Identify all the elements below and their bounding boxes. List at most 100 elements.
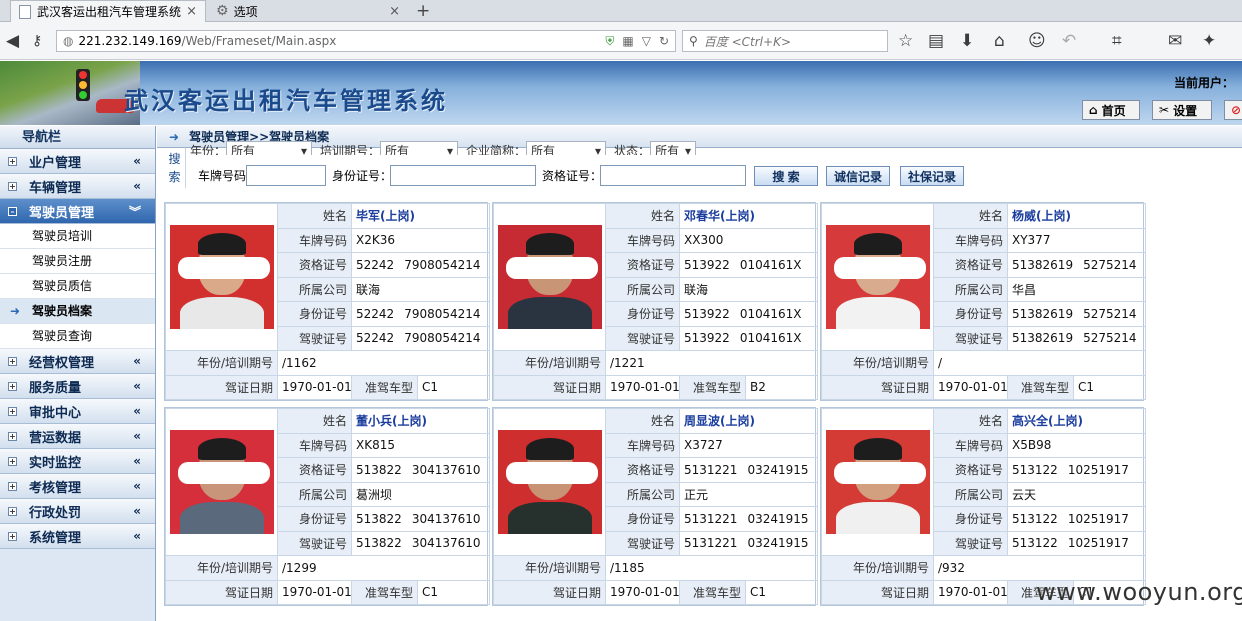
field-value: /1221 (604, 350, 819, 376)
message-icon[interactable]: ✉ (1168, 31, 1182, 51)
app-header: 武汉客运出租汽车管理系统 当前用户： ⌂ 首页 ✂ 设置 ⊘ (0, 61, 1242, 125)
field-value: 51382619 5275214 (1006, 325, 1147, 351)
tab-title: 选项 (233, 4, 258, 19)
reload-icon[interactable]: ↻ (659, 34, 669, 49)
filter-company[interactable]: 企业简称： 所有 ▾ (466, 141, 607, 155)
nav-group[interactable]: + 系统管理 « (0, 524, 155, 549)
dropdown-icon[interactable]: ▽ (642, 34, 651, 49)
qrcode-icon[interactable]: ▦ (622, 34, 633, 49)
field-label: 年份/培训期号 (165, 350, 278, 376)
exit-button[interactable]: ⊘ (1224, 100, 1242, 120)
current-user-label: 当前用户： (1174, 76, 1235, 90)
field-label: 准驾车型 (679, 579, 746, 605)
home-icon[interactable]: ⌂ (994, 31, 1005, 51)
chevron-left-icon: « (133, 479, 141, 493)
filter-year[interactable]: 年份： 所有 ▾ (190, 141, 313, 155)
chevron-left-icon: « (133, 429, 141, 443)
undo-icon[interactable]: ↶ (1062, 31, 1076, 51)
nav-group[interactable]: + 经营权管理 « (0, 349, 155, 374)
filter-status[interactable]: 状态： 所有 ▾ (614, 141, 697, 155)
field-label: 身份证号 (933, 506, 1008, 532)
close-tab-icon[interactable]: × (389, 4, 400, 19)
browser-tab-bar: 武汉客运出租汽车管理系统 × ⚙ 选项 × + (0, 0, 1242, 22)
new-tab-button[interactable]: + (416, 1, 430, 21)
filter-period[interactable]: 培训期号： 所有 ▾ (320, 141, 459, 155)
driver-name[interactable]: 杨威(上岗) (1006, 203, 1147, 229)
field-label: 年份/培训期号 (493, 350, 606, 376)
id-label: 身份证号： (332, 169, 393, 183)
url-path: /Web/Frameset/Main.aspx (181, 34, 337, 48)
browser-tab-options[interactable]: ⚙ 选项 × (208, 0, 408, 22)
nav-group[interactable]: + 实时监控 « (0, 449, 155, 474)
search-panel-label: 搜 索 (164, 148, 186, 188)
nav-group[interactable]: + 审批中心 « (0, 399, 155, 424)
chevron-left-icon: « (133, 379, 141, 393)
driver-name[interactable]: 周显波(上岗) (678, 408, 819, 434)
field-value: 513922 0104161X (678, 252, 819, 278)
driver-card[interactable]: 姓名 周显波(上岗) 车牌号码 X3727 资格证号 5131221 03241915 所属公… (492, 407, 819, 606)
driver-table: 姓名 毕军(上岗) 车牌号码 X2K36 资格证号 52242 7908054214 所属公司… (165, 203, 491, 400)
extension-icon[interactable]: ✦ (1202, 31, 1216, 51)
cert-input[interactable] (600, 165, 746, 186)
nav-subitem[interactable]: 驾驶员培训 (0, 224, 155, 249)
nav-subitem[interactable]: ➜ 驾驶员档案 (0, 299, 155, 324)
expand-icon: + (8, 506, 17, 516)
app-title: 武汉客运出租汽车管理系统 (124, 86, 448, 115)
home-button-label: 首页 (1101, 103, 1126, 118)
id-input[interactable] (390, 165, 536, 186)
plate-input[interactable] (246, 165, 326, 186)
reading-list-icon[interactable]: ▤ (928, 31, 944, 51)
field-value: 5131221 03241915 (678, 530, 819, 556)
nav-group[interactable]: + 服务质量 « (0, 374, 155, 399)
driver-name[interactable]: 邓春华(上岗) (678, 203, 819, 229)
driver-card[interactable]: 姓名 毕军(上岗) 车牌号码 X2K36 资格证号 52242 7908054214 所属公司… (164, 202, 491, 401)
settings-button[interactable]: ✂ 设置 (1152, 100, 1212, 120)
driver-name[interactable]: 董小兵(上岗) (350, 408, 491, 434)
key-icon[interactable]: ⚷ (32, 31, 42, 51)
nav-group[interactable]: + 营运数据 « (0, 424, 155, 449)
crop-icon[interactable]: ⌗ (1112, 31, 1122, 51)
nav-group[interactable]: + 行政处罚 « (0, 499, 155, 524)
driver-card[interactable]: 姓名 董小兵(上岗) 车牌号码 XK815 资格证号 513822 304137610 所属公… (164, 407, 491, 606)
insurance-record-button[interactable]: 社保记录 (900, 166, 964, 186)
nav-group[interactable]: + 业户管理 « (0, 149, 155, 174)
download-icon[interactable]: ⬇ (960, 31, 974, 51)
browser-tab-main[interactable]: 武汉客运出租汽车管理系统 × (10, 0, 206, 22)
back-icon[interactable]: ◀ (6, 31, 19, 51)
driver-card[interactable]: 姓名 高兴全(上岗) 车牌号码 X5B98 资格证号 513122 10251917 所属公司… (820, 407, 1147, 606)
nav-subitem[interactable]: 驾驶员查询 (0, 324, 155, 349)
chevron-left-icon: « (133, 454, 141, 468)
bookmark-star-icon[interactable]: ☆ (898, 31, 913, 51)
close-tab-icon[interactable]: × (186, 4, 197, 19)
field-label: 准驾车型 (351, 579, 418, 605)
field-label: 车牌号码 (933, 432, 1008, 458)
field-label: 姓名 (277, 408, 352, 434)
driver-name[interactable]: 高兴全(上岗) (1006, 408, 1147, 434)
globe-icon: ◍ (63, 34, 74, 48)
nav-subitem[interactable]: 驾驶员注册 (0, 249, 155, 274)
driver-photo (821, 203, 934, 351)
driver-table: 姓名 杨威(上岗) 车牌号码 XY377 资格证号 51382619 5275214 所属公司… (821, 203, 1147, 400)
driver-photo (493, 408, 606, 556)
nav-group-label: 经营权管理 (29, 355, 95, 371)
driver-card[interactable]: 姓名 杨威(上岗) 车牌号码 XY377 资格证号 51382619 5275214 所属公司… (820, 202, 1147, 401)
driver-name[interactable]: 毕军(上岗) (350, 203, 491, 229)
field-value: B2 (744, 374, 819, 400)
chevron-left-icon: « (133, 404, 141, 418)
nav-group[interactable]: – 驾驶员管理 ︾ (0, 199, 155, 224)
search-button[interactable]: 搜 索 (754, 166, 818, 186)
nav-subitem[interactable]: 驾驶员质信 (0, 274, 155, 299)
home-button[interactable]: ⌂ 首页 (1082, 100, 1140, 120)
shield-icon[interactable]: ⛨ (605, 34, 614, 49)
chat-icon[interactable]: ☺ (1028, 31, 1046, 51)
search-box[interactable]: ⚲ 百度 <Ctrl+K> (682, 30, 888, 52)
nav-group[interactable]: + 考核管理 « (0, 474, 155, 499)
address-bar[interactable]: ◍ 221.232.149.169/Web/Frameset/Main.aspx… (56, 30, 676, 52)
nav-group[interactable]: + 车辆管理 « (0, 174, 155, 199)
field-label: 驾驶证号 (277, 530, 352, 556)
driver-card[interactable]: 姓名 邓春华(上岗) 车牌号码 XX300 资格证号 513922 0104161X 所属公司… (492, 202, 819, 401)
field-label: 所属公司 (277, 276, 352, 302)
nav-sidebar: 导航栏 + 业户管理 « + 车辆管理 « – 驾驶员管理 ︾ 驾驶员培训 驾驶员注册 驾驶员质信 ➜ 驾… (0, 126, 156, 621)
credit-record-button[interactable]: 诚信记录 (826, 166, 890, 186)
field-value: 1970-01-01 (277, 579, 352, 605)
